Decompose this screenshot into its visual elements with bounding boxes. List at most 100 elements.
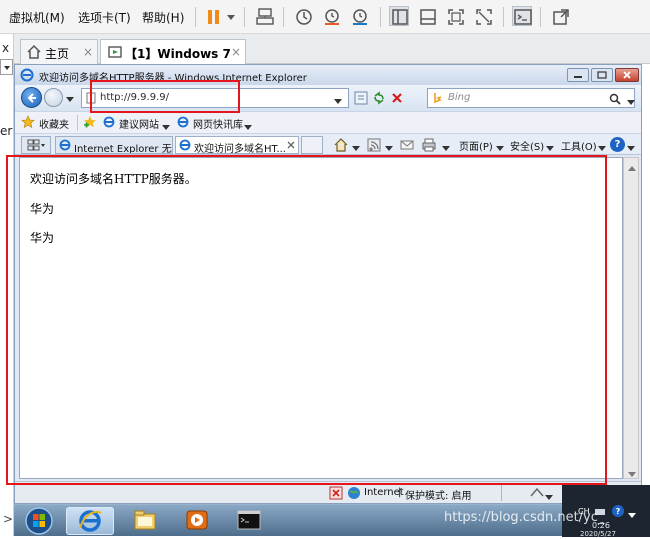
content-line-2: 华为 (30, 202, 55, 216)
help-tray-icon[interactable]: ? (612, 505, 624, 517)
start-orb-icon[interactable] (18, 507, 60, 535)
address-field[interactable]: http://9.9.9.9/ (81, 88, 349, 108)
chevron-down-icon[interactable] (627, 142, 635, 155)
ie-window: 欢迎访问多域名HTTP服务器 - Windows Internet Explor… (14, 64, 642, 504)
page-menu[interactable]: 页面(P) (459, 138, 493, 153)
popup-blocked-icon[interactable] (329, 486, 343, 503)
favorites-star-icon (21, 115, 35, 132)
new-tab-button[interactable] (301, 136, 323, 154)
ie-titlebar: 欢迎访问多域名HTTP服务器 - Windows Internet Explor… (15, 65, 641, 85)
mail-icon[interactable] (399, 137, 415, 156)
console-view-icon[interactable] (512, 6, 532, 26)
tools-menu[interactable]: 工具(O) (561, 138, 597, 153)
tab-ie-default-label: Internet Explorer 无... (74, 144, 173, 154)
search-options-icon[interactable] (627, 96, 635, 109)
zone-separator: | (398, 487, 402, 498)
restore-button[interactable] (591, 68, 613, 82)
search-field[interactable]: Bing (427, 88, 635, 108)
vmware-menubar: 虚拟机(M) 选项卡(T) 帮助(H) (0, 0, 650, 34)
ie-status-bar: Internet | 保护模式: 启用 (15, 481, 641, 503)
pause-icon[interactable] (203, 6, 223, 26)
menu-help[interactable]: 帮助(H) (142, 9, 184, 26)
snapshot-icon[interactable] (293, 6, 313, 26)
close-tab-icon[interactable] (287, 141, 295, 152)
tab-current-page-label: 欢迎访问多域名HT... (194, 144, 286, 154)
ie-page-icon (179, 139, 191, 153)
library-expand-arrow[interactable]: > (3, 512, 13, 526)
sidebar-view-icon[interactable] (389, 6, 409, 26)
suggested-sites-link[interactable]: 建议网站 (119, 116, 159, 131)
address-text: http://9.9.9.9/ (100, 92, 169, 103)
page-content: 欢迎访问多域名HTTP服务器。 华为 华为 (19, 157, 623, 479)
minimize-button[interactable] (567, 68, 589, 82)
search-placeholder: Bing (448, 92, 471, 103)
library-cut-text: er (0, 124, 13, 138)
send-keys-icon[interactable] (254, 6, 274, 26)
internet-zone-icon (347, 486, 361, 503)
close-library-icon[interactable]: x (2, 41, 9, 55)
tab-windows7-label: 【1】Windows 7 (125, 47, 231, 61)
chevron-down-icon[interactable] (442, 142, 450, 155)
file-explorer-icon[interactable] (122, 507, 168, 535)
refresh-icon[interactable] (371, 90, 387, 109)
tray-chevron-icon[interactable] (628, 509, 636, 522)
stretch-icon[interactable] (550, 6, 570, 26)
chevron-down-icon[interactable] (385, 142, 393, 155)
print-icon[interactable] (421, 137, 437, 156)
add-favorites-icon[interactable] (83, 115, 97, 132)
close-icon[interactable]: × (83, 45, 93, 59)
search-icon[interactable] (609, 93, 621, 108)
compatibility-view-icon[interactable] (353, 90, 369, 109)
back-button[interactable] (21, 87, 42, 108)
web-slice-gallery-link[interactable]: 网页快讯库 (193, 116, 243, 131)
unity-icon[interactable] (473, 6, 493, 26)
address-dropdown-icon[interactable] (334, 95, 342, 108)
favbar-divider (77, 115, 78, 131)
fullscreen-icon[interactable] (445, 6, 465, 26)
chevron-down-icon (546, 142, 554, 155)
feeds-icon[interactable] (366, 137, 382, 156)
tab-current-page[interactable]: 欢迎访问多域名HT... (175, 136, 299, 154)
page-icon (85, 92, 97, 107)
chevron-down-icon[interactable] (545, 491, 553, 504)
manage-snapshots-icon[interactable] (349, 6, 369, 26)
help-icon[interactable]: ? (610, 137, 625, 152)
internet-explorer-icon[interactable] (66, 507, 114, 535)
forward-button[interactable] (44, 88, 63, 107)
dropdown-arrow-icon[interactable] (223, 6, 237, 26)
ie-logo-icon (20, 68, 34, 85)
scroll-up-arrow-icon[interactable] (628, 162, 636, 175)
menu-vm[interactable]: 虚拟机(M) (9, 9, 65, 26)
close-icon[interactable]: × (231, 45, 241, 59)
close-window-button[interactable] (615, 68, 639, 82)
ie-command-bar: Internet Explorer 无... 欢迎访问多域名HT... 页面(P… (15, 133, 641, 155)
thumbnail-view-icon[interactable] (417, 6, 437, 26)
status-divider (501, 485, 502, 501)
toolbar-divider (540, 7, 541, 27)
ie-window-title: 欢迎访问多域名HTTP服务器 - Windows Internet Explor… (39, 73, 307, 84)
favorites-button[interactable]: 收藏夹 (39, 116, 69, 131)
watermark-text: https://blog.csdn.net/yc_ (444, 510, 605, 525)
library-pane-edge: x er > (0, 34, 14, 536)
protected-mode-status: 保护模式: 启用 (405, 491, 472, 502)
toolbar-divider (503, 7, 504, 27)
scroll-down-arrow-icon[interactable] (628, 468, 636, 481)
tab-ie-default[interactable]: Internet Explorer 无... (55, 136, 173, 154)
chevron-down-icon[interactable] (352, 142, 360, 155)
tab-windows7[interactable]: 【1】Windows 7 × (100, 39, 246, 64)
home-icon[interactable] (333, 137, 349, 156)
tab-manager-icon[interactable] (529, 486, 545, 503)
safety-menu[interactable]: 安全(S) (510, 138, 544, 153)
command-prompt-icon[interactable] (226, 507, 272, 535)
chevron-down-icon (598, 142, 606, 155)
media-player-icon[interactable] (174, 507, 220, 535)
stop-icon[interactable] (389, 90, 405, 109)
vertical-scrollbar[interactable] (623, 157, 639, 479)
library-dropdown[interactable] (0, 59, 13, 75)
revert-snapshot-icon[interactable] (321, 6, 341, 26)
menu-tabs[interactable]: 选项卡(T) (78, 9, 131, 26)
quick-tabs-button[interactable] (21, 136, 51, 154)
tab-home[interactable]: 主页 × (20, 39, 98, 64)
history-dropdown-icon[interactable] (66, 93, 74, 106)
clock-date[interactable]: 2020/5/27 (580, 530, 616, 538)
